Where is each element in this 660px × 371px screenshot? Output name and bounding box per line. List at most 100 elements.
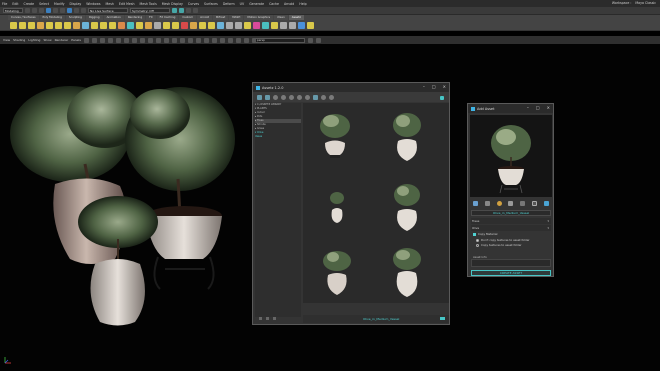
shelf-tool-icon[interactable] <box>100 21 107 29</box>
close-icon[interactable]: × <box>443 85 446 89</box>
viewport-tool-icon[interactable] <box>243 37 249 43</box>
copy-material-checkbox[interactable]: Copy Material <box>473 232 497 236</box>
shelf-tool-icon[interactable] <box>280 21 287 29</box>
save-scene-icon[interactable] <box>39 8 44 13</box>
assetz-titlebar[interactable]: Assetz 1.2.0 – □ × <box>253 83 449 92</box>
snap-grid-icon[interactable] <box>67 8 72 13</box>
hypershade-icon[interactable] <box>193 8 198 13</box>
maximize-icon[interactable]: □ <box>536 106 540 110</box>
shelf-tool-icon[interactable] <box>37 21 44 29</box>
select-tool-icon[interactable] <box>46 8 51 13</box>
expand-icon[interactable] <box>266 317 269 320</box>
subcategory-dropdown[interactable]: Olive ▾ <box>471 225 551 231</box>
menu-item[interactable]: Surfaces <box>204 2 218 6</box>
viewport-tool-icon[interactable] <box>91 37 97 43</box>
live-surface-field[interactable]: No Live Surface <box>88 8 128 13</box>
shelf-tool-icon[interactable] <box>235 21 242 29</box>
menu-item[interactable]: Help <box>299 2 306 6</box>
shelf-tool-icon[interactable] <box>64 21 71 29</box>
viewport-tool-icon[interactable] <box>307 37 313 43</box>
crop-icon[interactable] <box>520 201 526 206</box>
shelf-tool-icon[interactable] <box>154 21 161 29</box>
menu-item[interactable]: Edit Mesh <box>119 2 135 6</box>
proxy-icon[interactable] <box>289 94 294 100</box>
shelf-tool-icon[interactable] <box>28 21 35 29</box>
shelf-tool-icon[interactable] <box>226 21 233 29</box>
asset-thumb-1[interactable] <box>320 114 350 158</box>
open-scene-icon[interactable] <box>32 8 37 13</box>
refresh-icon[interactable] <box>257 94 262 100</box>
asset-thumb-6[interactable] <box>393 248 421 297</box>
viewport-tool-icon[interactable] <box>107 37 113 43</box>
menu-item[interactable]: Select <box>39 2 49 6</box>
viewport-tool-icon[interactable] <box>139 37 145 43</box>
shelf-tool-icon[interactable] <box>73 21 80 29</box>
radio-dont-copy[interactable]: Don't copy textures to asset folder <box>476 238 530 242</box>
menu-item[interactable]: UV <box>240 2 245 6</box>
new-scene-icon[interactable] <box>25 8 30 13</box>
menu-item[interactable]: Display <box>70 2 82 6</box>
shelf-tool-icon[interactable] <box>163 21 170 29</box>
minimize-icon[interactable]: – <box>423 85 425 89</box>
shelf-tool-icon[interactable] <box>46 21 53 29</box>
menu-item[interactable]: Mesh Tools <box>140 2 157 6</box>
shelf-tool-icon[interactable] <box>253 21 260 29</box>
import-icon[interactable] <box>273 94 278 100</box>
shelf-tool-icon[interactable] <box>118 21 125 29</box>
menu-item[interactable]: Windows <box>86 2 100 6</box>
viewport-tool-icon[interactable] <box>187 37 193 43</box>
viewport-tool-icon[interactable] <box>171 37 177 43</box>
menu-item[interactable]: Curves <box>188 2 199 6</box>
symmetry-dropdown[interactable]: Symmetry: Off <box>130 8 170 13</box>
render-settings-icon[interactable] <box>186 8 191 13</box>
asset-name-field[interactable]: Olive_in_Medium_Vessel <box>471 210 551 216</box>
menu-item[interactable]: Mesh Display <box>162 2 183 6</box>
frame-icon[interactable] <box>531 201 537 206</box>
material-icon[interactable] <box>297 94 302 100</box>
add-asset-titlebar[interactable]: Add Asset – □ × <box>468 104 553 113</box>
asset-thumb-5[interactable] <box>323 251 351 295</box>
viewport-tool-icon[interactable] <box>131 37 137 43</box>
viewport-menu-item[interactable]: Panels <box>71 38 81 42</box>
menu-item[interactable]: Generate <box>249 2 264 6</box>
shelf-tool-icon[interactable] <box>145 21 152 29</box>
snap-point-icon[interactable] <box>81 8 86 13</box>
snap-curve-icon[interactable] <box>74 8 79 13</box>
viewport-tool-icon[interactable] <box>179 37 185 43</box>
workspace-dropdown[interactable]: Maya Classic <box>635 1 656 5</box>
viewport-tool-icon[interactable] <box>315 37 321 43</box>
render-view-icon[interactable] <box>508 201 514 206</box>
shelf-tool-icon[interactable] <box>55 21 62 29</box>
add-asset-icon[interactable] <box>313 94 318 100</box>
collapse-icon[interactable] <box>259 317 262 320</box>
viewport-menu-item[interactable]: Shading <box>13 38 25 42</box>
folder-icon[interactable] <box>265 94 270 100</box>
viewport-tool-icon[interactable] <box>155 37 161 43</box>
shelf-tool-icon[interactable] <box>136 21 143 29</box>
viewport-menu-item[interactable]: Lighting <box>28 38 40 42</box>
asset-info-field[interactable] <box>471 259 551 267</box>
shelf-tool-icon[interactable] <box>307 21 314 29</box>
menu-item[interactable]: Edit <box>12 2 18 6</box>
import-icon[interactable] <box>473 201 479 206</box>
asset-thumb-3[interactable] <box>330 192 344 223</box>
reference-icon[interactable] <box>281 94 286 100</box>
shelf-tool-icon[interactable] <box>289 21 296 29</box>
viewport-tool-icon[interactable] <box>83 37 89 43</box>
viewport-tool-icon[interactable] <box>147 37 153 43</box>
viewport-menu-item[interactable]: Show <box>43 38 51 42</box>
menu-item[interactable]: File <box>2 2 7 6</box>
shelf-tool-icon[interactable] <box>217 21 224 29</box>
sort-icon[interactable] <box>273 317 276 320</box>
viewport-tool-icon[interactable] <box>235 37 241 43</box>
asset-thumb-2[interactable] <box>393 113 421 161</box>
asset-thumb-4[interactable] <box>394 184 420 231</box>
ipr-render-icon[interactable] <box>179 8 184 13</box>
screenshot-icon[interactable] <box>543 201 549 206</box>
shelf-tool-icon[interactable] <box>82 21 89 29</box>
tree-node[interactable]: Vases <box>255 135 301 139</box>
paint-select-icon[interactable] <box>60 8 65 13</box>
shelf-tool-icon[interactable] <box>262 21 269 29</box>
viewport-menu-item[interactable]: Renderer <box>55 38 69 42</box>
shelf-tool-icon[interactable] <box>91 21 98 29</box>
